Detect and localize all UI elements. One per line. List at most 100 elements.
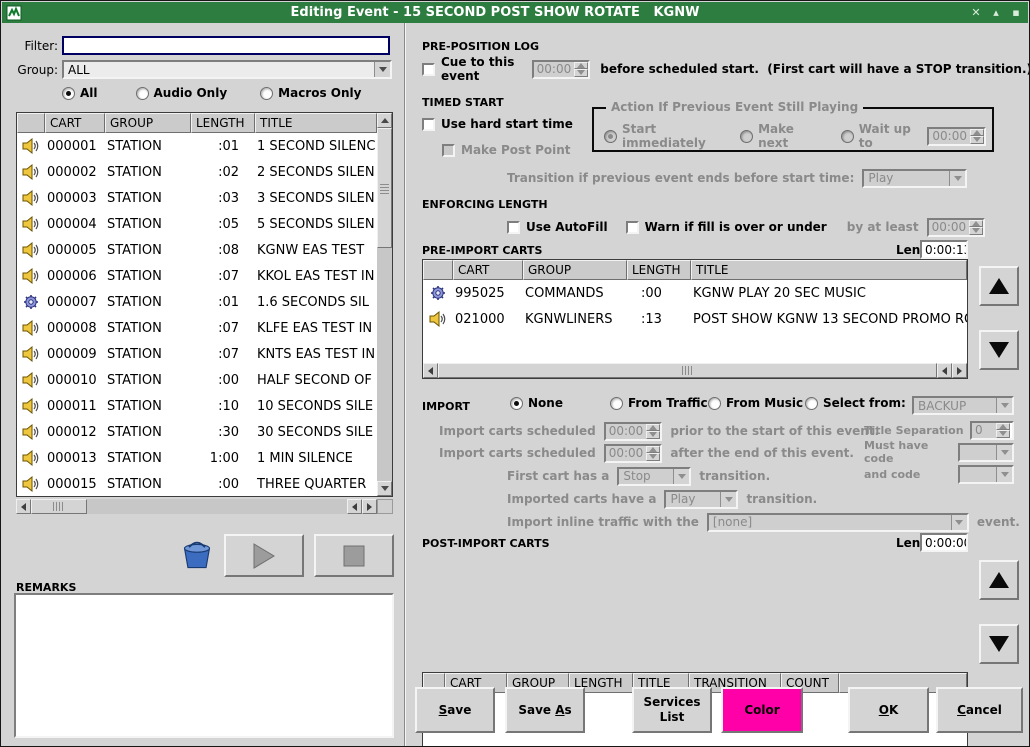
stop-button[interactable]	[314, 534, 394, 577]
column-header-title[interactable]: TITLE	[255, 113, 377, 133]
spin-up-icon[interactable]	[969, 220, 983, 228]
transition-select[interactable]: Play	[862, 169, 967, 188]
warn-fill-checkbox[interactable]	[626, 221, 639, 234]
select-from-select[interactable]: BACKUP	[912, 396, 1014, 415]
spin-down-icon[interactable]	[969, 227, 983, 235]
cart-row[interactable]: 000010STATION:00HALF SECOND OF	[17, 367, 377, 393]
shade-icon[interactable]: ▴	[988, 5, 1004, 21]
cart-row[interactable]: 000013STATION1:001 MIN SILENCE	[17, 445, 377, 471]
spin-down-icon[interactable]	[574, 69, 588, 77]
maximize-icon[interactable]: ▪	[1008, 5, 1024, 21]
radio-import-none[interactable]	[510, 397, 523, 410]
cart-row[interactable]: 000011STATION:1010 SECONDS SILE	[17, 393, 377, 419]
spin-up-icon[interactable]	[970, 129, 984, 137]
spin-up-icon[interactable]	[646, 446, 660, 454]
column-header-title[interactable]: TITLE	[691, 260, 967, 280]
use-autofill-checkbox[interactable]	[507, 221, 520, 234]
by-at-least-spinbox[interactable]: 00:00	[927, 218, 986, 237]
cart-row[interactable]: 000006STATION:07KKOL EAS TEST IN	[17, 263, 377, 289]
cart-row[interactable]: 000008STATION:07KLFE EAS TEST IN	[17, 315, 377, 341]
services-list-button[interactable]: Services List	[632, 687, 712, 733]
cue-to-event-checkbox[interactable]	[422, 63, 435, 76]
cancel-button[interactable]: Cancel	[936, 687, 1023, 733]
ok-button[interactable]: OK	[848, 687, 929, 733]
imported-transition-select[interactable]: Play	[664, 490, 738, 509]
scroll-right-icon[interactable]	[952, 363, 967, 378]
save-as-button[interactable]: Save As	[505, 687, 585, 733]
cart-row[interactable]: 000001STATION:011 SECOND SILENC	[17, 133, 377, 159]
spin-down-icon[interactable]	[996, 430, 1010, 438]
column-header-length[interactable]: LENGTH	[191, 113, 255, 133]
close-icon[interactable]: ✕	[968, 5, 984, 21]
cart-row[interactable]: 021000KGNWLINERS:13POST SHOW KGNW 13 SEC…	[423, 306, 967, 332]
audition-bucket-button[interactable]	[180, 537, 214, 571]
scrollbar-track[interactable]	[87, 499, 347, 514]
radio-from-traffic[interactable]	[610, 397, 623, 410]
column-header-length[interactable]: LENGTH	[627, 260, 691, 280]
cart-row[interactable]: 000012STATION:3030 SECONDS SILE	[17, 419, 377, 445]
color-button[interactable]: Color	[721, 687, 803, 733]
scroll-right-icon[interactable]	[362, 499, 377, 514]
scroll-left-icon[interactable]	[16, 499, 31, 514]
scrollbar-thumb[interactable]	[377, 128, 392, 248]
and-code-select[interactable]	[958, 465, 1014, 484]
scrollbar-thumb[interactable]	[438, 363, 937, 378]
use-hard-start-checkbox[interactable]	[422, 118, 435, 131]
horizontal-scrollbar[interactable]	[423, 363, 967, 378]
make-post-point-checkbox[interactable]	[442, 144, 455, 157]
cart-row[interactable]: 000003STATION:033 SECONDS SILEN	[17, 185, 377, 211]
scrollbar-track[interactable]	[377, 248, 392, 481]
post-import-move-down-button[interactable]	[979, 624, 1019, 664]
spin-up-icon[interactable]	[996, 423, 1010, 431]
pre-import-move-down-button[interactable]	[979, 330, 1019, 370]
spin-down-icon[interactable]	[646, 431, 660, 439]
scroll-left-icon[interactable]	[347, 499, 362, 514]
scroll-up-icon[interactable]	[377, 113, 392, 128]
first-cart-transition-select[interactable]: Stop	[617, 467, 691, 486]
post-import-move-up-button[interactable]	[979, 560, 1019, 600]
cue-time-spinbox[interactable]: 00:00	[532, 60, 591, 79]
cart-row[interactable]: 000002STATION:022 SECONDS SILEN	[17, 159, 377, 185]
spin-down-icon[interactable]	[646, 453, 660, 461]
play-button[interactable]	[224, 534, 304, 577]
cart-row[interactable]: 000009STATION:07KNTS EAS TEST IN	[17, 341, 377, 367]
cart-row[interactable]: 000015STATION:00THREE QUARTER	[17, 471, 377, 497]
column-header-group[interactable]: GROUP	[105, 113, 191, 133]
scroll-left-icon[interactable]	[423, 363, 438, 378]
radio-audio-only[interactable]	[136, 87, 149, 100]
scroll-left-icon[interactable]	[937, 363, 952, 378]
cart-row[interactable]: 000005STATION:08KGNW EAS TEST	[17, 237, 377, 263]
radio-all[interactable]	[62, 87, 75, 100]
group-select[interactable]: ALL	[62, 60, 392, 79]
vertical-scrollbar[interactable]	[377, 113, 392, 496]
radio-macros-only[interactable]	[260, 87, 273, 100]
cart-row[interactable]: 995025COMMANDS:00KGNW PLAY 20 SEC MUSIC	[423, 280, 967, 306]
must-have-code-select[interactable]	[958, 443, 1014, 462]
title-separation-spinbox[interactable]: 0	[970, 421, 1014, 440]
cart-row[interactable]: 000004STATION:055 SECONDS SILEN	[17, 211, 377, 237]
radio-select-from[interactable]	[805, 397, 818, 410]
scrollbar-thumb[interactable]	[31, 499, 87, 514]
column-header-group[interactable]: GROUP	[523, 260, 627, 280]
radio-wait-up-to[interactable]	[841, 130, 854, 143]
sched-prior-spinbox[interactable]: 00:00	[604, 422, 663, 441]
scroll-down-icon[interactable]	[377, 481, 392, 496]
cart-row[interactable]: 000007STATION:011.6 SECONDS SIL	[17, 289, 377, 315]
radio-make-next[interactable]	[740, 130, 753, 143]
pre-import-move-up-button[interactable]	[979, 266, 1019, 306]
radio-from-music[interactable]	[708, 397, 721, 410]
filter-input[interactable]	[62, 36, 390, 55]
inline-traffic-select[interactable]: [none]	[707, 513, 969, 532]
column-header-icon[interactable]	[17, 113, 45, 133]
remarks-textarea[interactable]	[14, 593, 394, 738]
spin-down-icon[interactable]	[970, 136, 984, 144]
radio-start-immediately[interactable]	[604, 130, 617, 143]
column-header-icon[interactable]	[423, 260, 453, 280]
wait-time-spinbox[interactable]: 00:00	[927, 127, 986, 146]
sched-after-spinbox[interactable]: 00:00	[604, 444, 663, 463]
save-button[interactable]: Save	[415, 687, 495, 733]
spin-up-icon[interactable]	[646, 424, 660, 432]
column-header-cart[interactable]: CART	[45, 113, 105, 133]
horizontal-scrollbar[interactable]	[16, 499, 377, 514]
column-header-cart[interactable]: CART	[453, 260, 523, 280]
